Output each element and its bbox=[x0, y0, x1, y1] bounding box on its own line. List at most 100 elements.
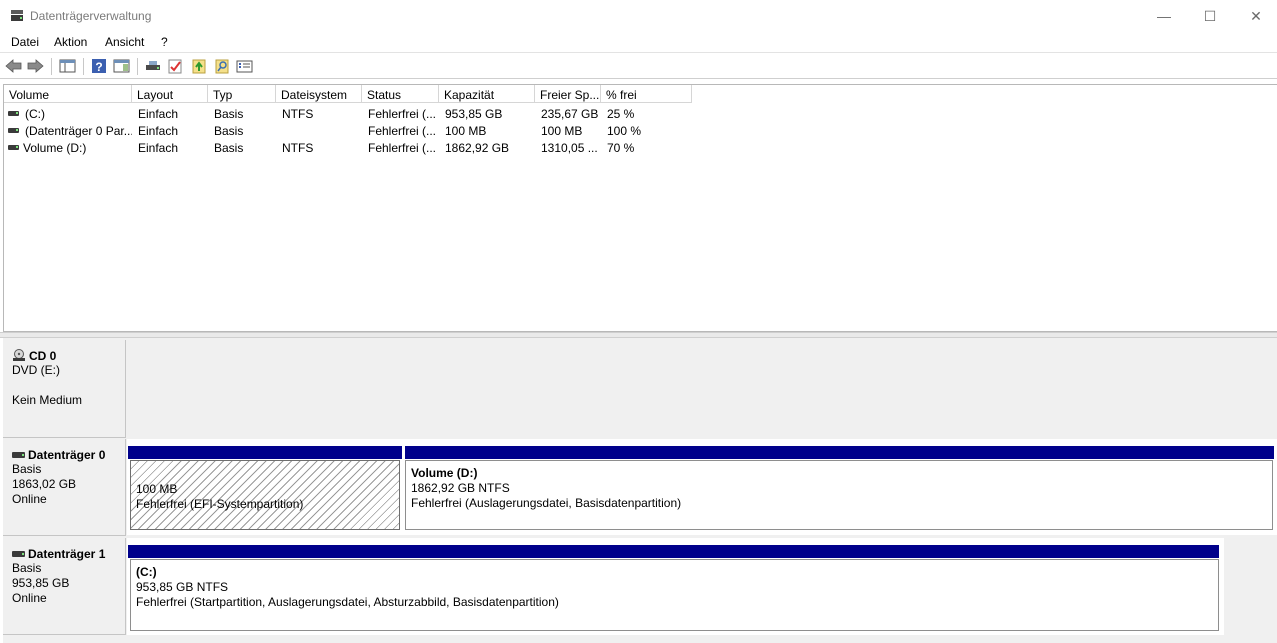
show-action-pane-icon[interactable] bbox=[113, 58, 130, 74]
disk-label-cd0[interactable]: CD 0 DVD (E:) Kein Medium bbox=[3, 340, 126, 438]
toolbar-separator bbox=[83, 58, 84, 75]
disk-info-line: Basis bbox=[12, 561, 42, 575]
partition-status: Fehlerfrei (Startpartition, Auslagerungs… bbox=[136, 595, 559, 609]
column-header-kapazitaet[interactable]: Kapazität bbox=[439, 85, 535, 103]
volume-drive-icon bbox=[8, 128, 19, 133]
cell-freier-speicher: 100 MB bbox=[541, 124, 583, 138]
column-header-layout[interactable]: Layout bbox=[132, 85, 208, 103]
menu-help[interactable]: ? bbox=[161, 35, 168, 49]
disk-icon bbox=[12, 451, 25, 458]
cell-layout: Einfach bbox=[138, 107, 179, 121]
column-header-prozent-frei[interactable]: % frei bbox=[601, 85, 692, 103]
cell-kapazitaet: 953,85 GB bbox=[445, 107, 503, 121]
partition-header-bar bbox=[405, 446, 1274, 459]
cell-prozent-frei: 100 % bbox=[607, 124, 642, 138]
disk-label-disk0[interactable]: Datenträger 0 Basis 1863,02 GB Online bbox=[3, 439, 126, 536]
toolbar-separator bbox=[51, 58, 52, 75]
column-header-typ[interactable]: Typ bbox=[208, 85, 276, 103]
connect-virtual-disk-icon[interactable] bbox=[145, 58, 162, 74]
minimize-button[interactable]: — bbox=[1141, 0, 1187, 32]
partition-efi[interactable]: 100 MB Fehlerfrei (EFI-Systempartition) bbox=[130, 460, 400, 530]
disk-row-disk1: Datenträger 1 Basis 953,85 GB Online (C:… bbox=[3, 538, 1277, 643]
cell-freier-speicher: 1310,05 ... bbox=[541, 141, 598, 155]
cell-layout: Einfach bbox=[138, 141, 179, 155]
partition-status: Fehlerfrei (Auslagerungsdatei, Basisdate… bbox=[411, 496, 682, 510]
import-icon[interactable] bbox=[191, 58, 208, 74]
partition-header-bar bbox=[128, 545, 1219, 558]
cell-typ: Basis bbox=[214, 141, 244, 155]
toolbar-separator bbox=[137, 58, 138, 75]
disk-graphical-view: CD 0 DVD (E:) Kein Medium Datenträger 0 … bbox=[3, 338, 1277, 643]
show-hide-console-tree-icon[interactable] bbox=[59, 58, 76, 74]
disk-label-disk1[interactable]: Datenträger 1 Basis 953,85 GB Online bbox=[3, 538, 126, 635]
maximize-button[interactable]: ☐ bbox=[1187, 0, 1233, 32]
cell-layout: Einfach bbox=[138, 124, 179, 138]
disk-info-line: Online bbox=[12, 591, 47, 605]
partition-size: 953,85 GB NTFS bbox=[136, 580, 229, 594]
disk0-partitions: 100 MB Fehlerfrei (EFI-Systempartition) … bbox=[127, 439, 1277, 535]
volume-drive-icon bbox=[8, 145, 19, 150]
column-header-volume[interactable]: Volume bbox=[4, 85, 132, 103]
cd-drive-icon bbox=[13, 349, 25, 361]
disk-info-line: DVD (E:) bbox=[12, 363, 60, 377]
partition-size: 1862,92 GB NTFS bbox=[411, 481, 510, 495]
column-header-freier-speicher[interactable]: Freier Sp... bbox=[535, 85, 601, 103]
table-row[interactable]: (C:) Einfach Basis NTFS Fehlerfrei (... … bbox=[4, 105, 704, 122]
partition-size: 100 MB bbox=[136, 482, 178, 496]
disk-name: CD 0 bbox=[29, 348, 57, 363]
disk-name: Datenträger 0 bbox=[28, 447, 106, 462]
disk-info-line: Basis bbox=[12, 462, 42, 476]
check-icon[interactable] bbox=[167, 58, 184, 74]
cell-prozent-frei: 25 % bbox=[607, 107, 635, 121]
properties-icon[interactable] bbox=[236, 58, 253, 74]
cell-kapazitaet: 1862,92 GB bbox=[445, 141, 510, 155]
cell-typ: Basis bbox=[214, 124, 244, 138]
search-icon[interactable] bbox=[214, 58, 231, 74]
column-header-status[interactable]: Status bbox=[362, 85, 439, 103]
disk-row-disk0: Datenträger 0 Basis 1863,02 GB Online 10… bbox=[3, 439, 1277, 536]
cell-status: Fehlerfrei (... bbox=[368, 141, 437, 155]
toolbar: ? bbox=[0, 54, 1277, 79]
volume-list[interactable]: Volume Layout Typ Dateisystem Status Kap… bbox=[3, 84, 1277, 332]
cell-freier-speicher: 235,67 GB bbox=[541, 107, 599, 121]
cell-volume: (Datenträger 0 Par... bbox=[25, 124, 132, 138]
cell-volume: Volume (D:) bbox=[23, 141, 87, 155]
volume-drive-icon bbox=[8, 111, 19, 116]
column-header-dateisystem[interactable]: Dateisystem bbox=[276, 85, 362, 103]
disk-management-app-icon bbox=[11, 10, 23, 21]
close-button[interactable]: ✕ bbox=[1233, 0, 1277, 32]
partition-status: Fehlerfrei (EFI-Systempartition) bbox=[136, 497, 304, 511]
cell-typ: Basis bbox=[214, 107, 244, 121]
menu-bar: Datei Aktion Ansicht ? bbox=[0, 32, 1277, 53]
disk-info-line bbox=[12, 378, 125, 393]
menu-datei[interactable]: Datei bbox=[11, 35, 39, 49]
partition-volume-c[interactable]: (C:) 953,85 GB NTFS Fehlerfrei (Startpar… bbox=[130, 559, 1219, 631]
svg-text:?: ? bbox=[95, 60, 102, 74]
table-row[interactable]: (Datenträger 0 Par... Einfach Basis Fehl… bbox=[4, 122, 704, 139]
disk-row-cd0: CD 0 DVD (E:) Kein Medium bbox=[3, 340, 1277, 438]
back-icon[interactable] bbox=[5, 58, 22, 74]
disk-icon bbox=[12, 550, 25, 557]
disk1-partitions: (C:) 953,85 GB NTFS Fehlerfrei (Startpar… bbox=[127, 538, 1224, 635]
partition-volume-d[interactable]: Volume (D:) 1862,92 GB NTFS Fehlerfrei (… bbox=[405, 460, 1273, 530]
disk-info-line: 1863,02 GB bbox=[12, 477, 77, 491]
window-title: Datenträgerverwaltung bbox=[30, 9, 152, 23]
menu-ansicht[interactable]: Ansicht bbox=[105, 35, 144, 49]
disk-name: Datenträger 1 bbox=[28, 546, 106, 561]
cell-prozent-frei: 70 % bbox=[607, 141, 635, 155]
partition-header-bar bbox=[128, 446, 402, 459]
disk-info-line: 953,85 GB bbox=[12, 576, 70, 590]
cell-status: Fehlerfrei (... bbox=[368, 124, 437, 138]
menu-aktion[interactable]: Aktion bbox=[54, 35, 87, 49]
cell-status: Fehlerfrei (... bbox=[368, 107, 437, 121]
disk-info-line: Kein Medium bbox=[12, 393, 83, 407]
partition-name: Volume (D:) bbox=[411, 466, 478, 480]
cd0-media-area bbox=[127, 340, 1277, 436]
cell-dateisystem: NTFS bbox=[282, 107, 314, 121]
forward-icon[interactable] bbox=[27, 58, 44, 74]
cell-volume: (C:) bbox=[25, 107, 45, 121]
partition-name: (C:) bbox=[136, 565, 157, 579]
table-row[interactable]: Volume (D:) Einfach Basis NTFS Fehlerfre… bbox=[4, 139, 704, 156]
help-icon[interactable]: ? bbox=[91, 58, 108, 74]
cell-kapazitaet: 100 MB bbox=[445, 124, 487, 138]
